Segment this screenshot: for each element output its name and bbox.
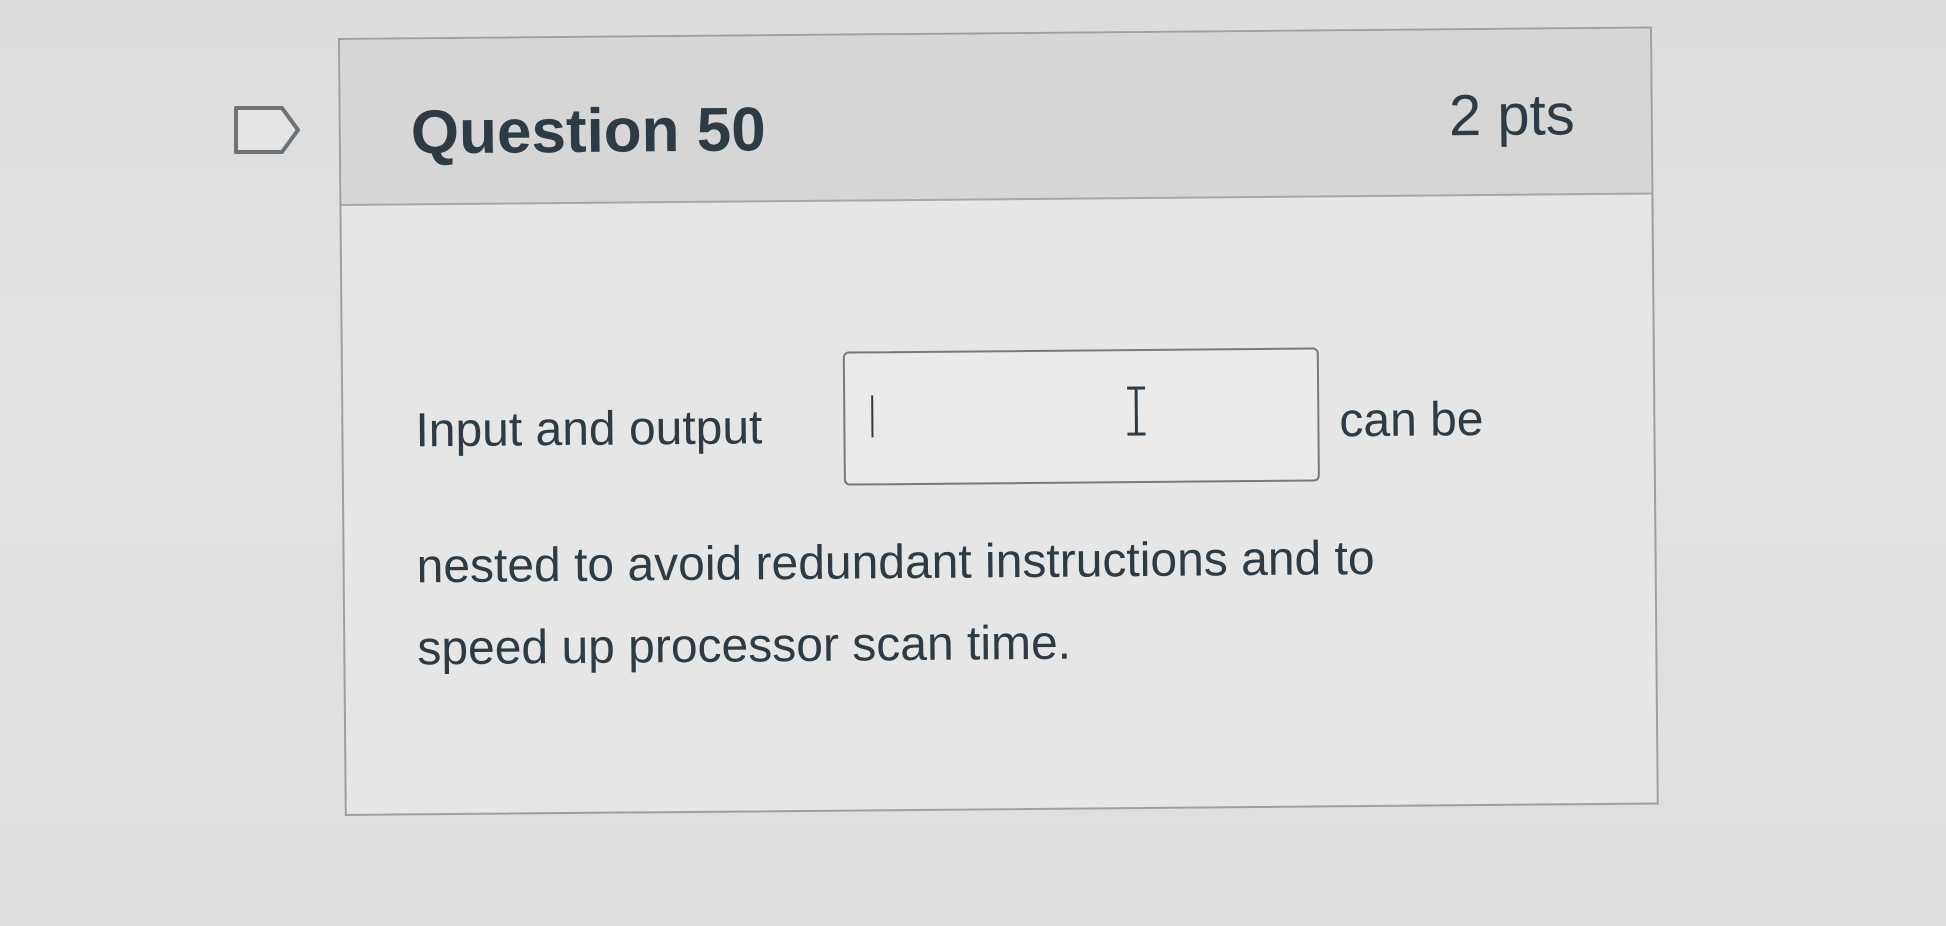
prompt-text-before-blank: Input and output — [415, 401, 763, 458]
fill-in-blank-answer-input[interactable] — [842, 347, 1320, 486]
question-header: Question 50 2 pts — [340, 28, 1652, 206]
prompt-text-line-3: speed up processor scan time. — [417, 616, 1072, 676]
question-card: Question 50 2 pts Input and output can b… — [338, 26, 1659, 816]
prompt-text-line-2: nested to avoid redundant instructions a… — [416, 531, 1375, 594]
flag-question-icon[interactable] — [232, 104, 304, 156]
question-body: Input and output can be nested to avoid … — [341, 195, 1656, 814]
question-points: 2 pts — [1448, 82, 1576, 149]
prompt-text-after-blank: can be — [1339, 393, 1484, 448]
question-title: Question 50 — [410, 95, 766, 168]
